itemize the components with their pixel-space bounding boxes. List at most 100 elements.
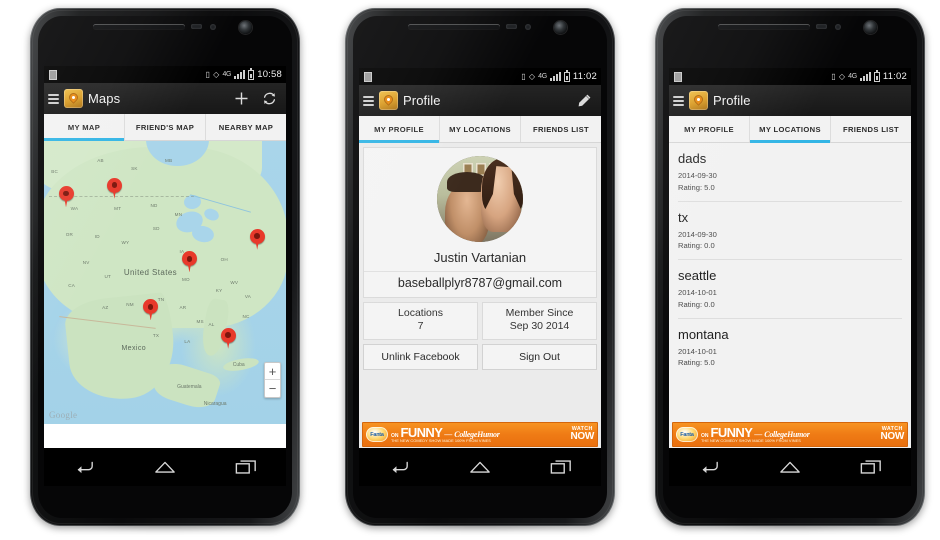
pin-missouri[interactable] [181,251,197,273]
status-bar-clock: 11:02 [572,71,597,82]
stat-member-since-label: Member Since [505,307,574,319]
map-label-la: LA [184,339,191,345]
location-rating: Rating: 0.0 [678,241,715,251]
ad-cta[interactable]: WATCH NOW [568,426,594,443]
hamburger-icon[interactable] [673,95,684,106]
tab-my-locations[interactable]: MY LOCATIONS [440,116,521,142]
hamburger-icon[interactable] [48,93,59,104]
tab-my-map[interactable]: MY MAP [44,114,125,141]
tab-my-profile[interactable]: MY PROFILE [669,116,750,142]
pencil-icon[interactable] [576,93,592,109]
location-date: 2014-09-30 [678,229,717,239]
refresh-icon[interactable] [262,91,277,106]
zoom-in-button[interactable]: + [265,363,280,380]
sync-status-icon: ◇ [838,71,846,81]
map-label-ar: AR [179,305,187,311]
stat-locations[interactable]: Locations 7 [363,302,478,340]
pin-florida[interactable] [220,327,236,349]
hamburger-icon[interactable] [363,95,374,106]
map-label-ky: KY [215,288,223,294]
status-bar-system: ▯ ◇ 4G 11:02 [521,69,597,82]
list-item[interactable]: tx 2014-09-30 Rating: 0.0 [678,202,902,261]
tab-friends-list[interactable]: FRIENDS LIST [831,116,911,142]
pin-texas[interactable] [143,299,159,321]
android-nav-bar [359,448,601,486]
list-item[interactable]: montana 2014-10-01 Rating: 5.0 [678,319,902,377]
proximity-sensor-icon [816,24,827,29]
fanta-logo-icon: Fanta [676,427,698,442]
ad-headline-row: ON FUNNY — CollegeHumor [391,426,565,439]
ad-text: ON FUNNY — CollegeHumor THE NEW COMEDY S… [701,426,875,444]
home-icon[interactable] [770,454,810,480]
ad-banner[interactable]: Fanta ON FUNNY — CollegeHumor THE NEW CO… [362,422,598,447]
ad-cta-bottom: NOW [570,431,594,443]
action-bar: Profile [669,85,911,116]
profile-stats-row: Locations 7 Member Since Sep 30 2014 [363,302,597,340]
plus-icon[interactable] [234,91,249,106]
avatar[interactable] [437,156,523,242]
status-bar: ▯ ◇ 4G 11:02 [359,68,601,85]
location-date: 2014-10-01 [678,288,717,298]
signal-icon [234,70,246,79]
tab-friends-list[interactable]: FRIENDS LIST [521,116,601,142]
front-camera-icon [554,21,567,34]
ad-cta-bottom: NOW [880,431,904,443]
unlink-facebook-button[interactable]: Unlink Facebook [363,343,478,370]
screen-profile: ▯ ◇ 4G 11:02 Profile MY PROFILE MY LOCAT… [359,68,601,450]
status-bar-system: ▯ ◇ 4G 10:58 [206,67,283,80]
tab-nearby-map[interactable]: NEARBY MAP [206,114,286,140]
map-pin-logo-icon [689,91,708,110]
tab-friends-map[interactable]: FRIEND'S MAP [125,114,206,140]
notification-icon [49,69,57,80]
ad-banner[interactable]: Fanta ON FUNNY — CollegeHumor THE NEW CO… [672,422,908,447]
back-icon[interactable] [64,454,104,480]
stat-member-since[interactable]: Member Since Sep 30 2014 [482,302,597,340]
map-label-bc: BC [51,169,59,175]
map-label-ab: AB [97,157,104,163]
notification-icon [674,71,682,82]
recents-icon[interactable] [541,454,581,480]
notification-icon [364,71,372,82]
stat-member-since-value: Sep 30 2014 [509,320,570,333]
recents-icon[interactable] [851,454,891,480]
map-label-nm: NM [126,302,134,308]
map-canvas[interactable]: BC AB SK MB WA MT ND MN OR ID WY SD IA O… [44,141,286,424]
map-label-guatemala: Guatemala [177,384,202,391]
pin-montana[interactable] [106,177,122,199]
profile-buttons-row: Unlink Facebook Sign Out [363,343,597,370]
back-icon[interactable] [689,454,729,480]
pin-washington[interactable] [58,186,74,208]
locations-content: dads 2014-09-30 Rating: 5.0 tx 2014-09-3… [669,143,911,450]
sign-out-button[interactable]: Sign Out [482,343,597,370]
pin-virginia[interactable] [249,228,265,250]
list-item[interactable]: dads 2014-09-30 Rating: 5.0 [678,143,902,202]
tab-my-locations[interactable]: MY LOCATIONS [750,116,831,143]
map-label-ca: CA [68,282,75,288]
map-label-wv: WV [230,279,239,285]
zoom-out-button[interactable]: − [265,380,280,397]
home-icon[interactable] [460,454,500,480]
battery-icon [563,69,570,82]
battery-icon [873,69,880,82]
status-bar-system: ▯ ◇ 4G 11:02 [831,69,907,82]
tab-my-profile[interactable]: MY PROFILE [359,116,440,143]
recents-icon[interactable] [226,454,266,480]
screen-maps: ▯ ◇ 4G 10:58 Maps MY MAP FRIEND'S MAP NE… [44,66,286,448]
sim-icon: ▯ [521,71,526,81]
map-label-id: ID [94,234,100,240]
map-label-mn: MN [174,211,183,217]
phone-maps: ▯ ◇ 4G 10:58 Maps MY MAP FRIEND'S MAP NE… [30,8,300,530]
map-label-mt: MT [114,206,122,212]
signal-icon [859,72,871,81]
profile-card: Justin Vartanian baseballplyr8787@gmail.… [363,147,597,298]
home-icon[interactable] [145,454,185,480]
location-date: 2014-09-30 [678,171,717,180]
locations-list[interactable]: dads 2014-09-30 Rating: 5.0 tx 2014-09-3… [669,143,911,420]
network-type-label: 4G [538,73,547,80]
tab-bar-locations: MY PROFILE MY LOCATIONS FRIENDS LIST [669,116,911,143]
back-icon[interactable] [379,454,419,480]
map-pin-logo-icon [64,89,83,108]
list-item[interactable]: seattle 2014-10-01 Rating: 0.0 [678,260,902,319]
ad-cta[interactable]: WATCH NOW [878,426,904,443]
map-label-az: AZ [102,305,109,311]
